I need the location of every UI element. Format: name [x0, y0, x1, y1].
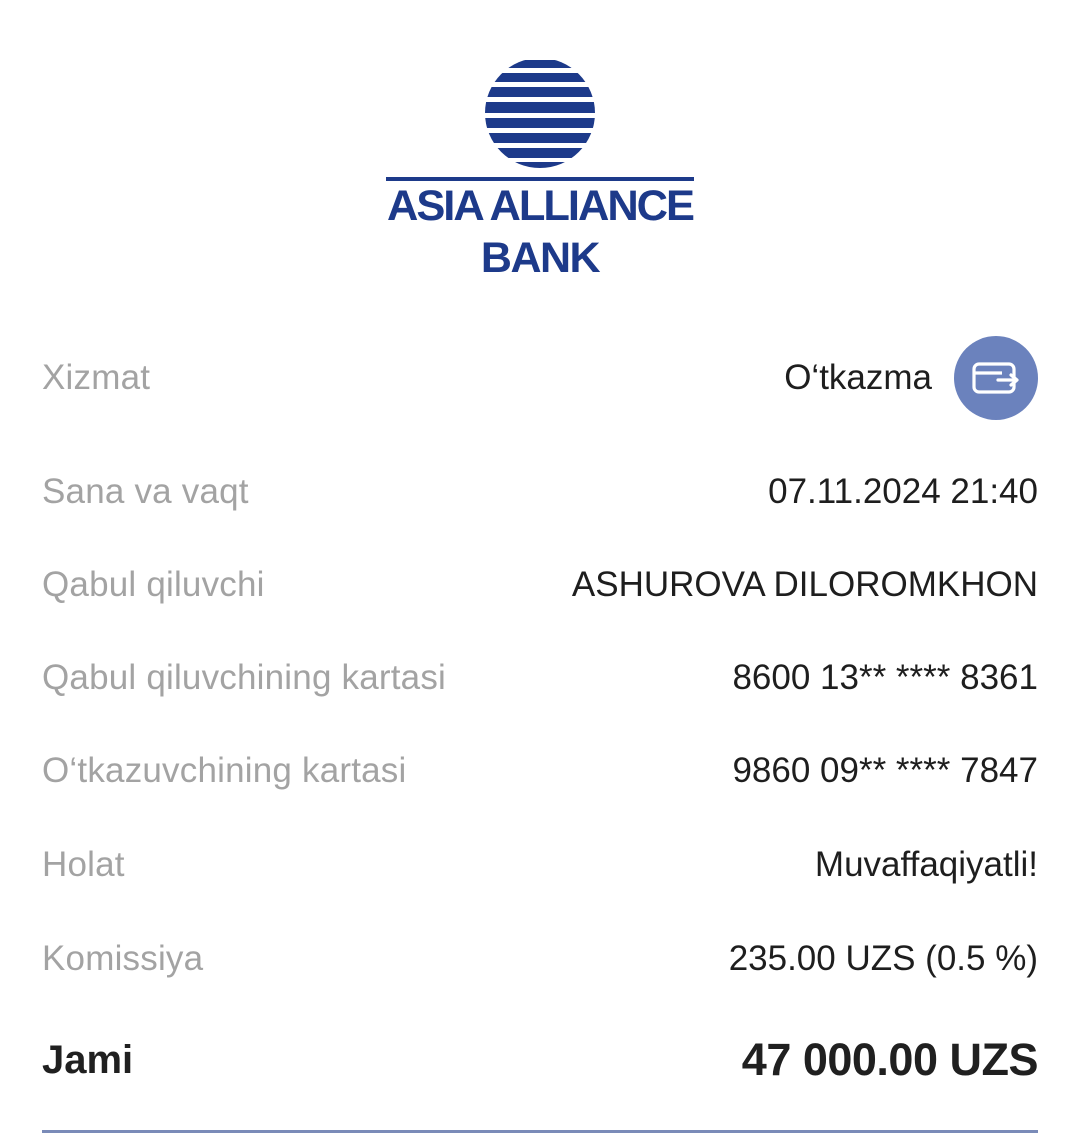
bank-logo: ASIA ALLIANCE BANK: [0, 58, 1080, 290]
recipient-card-value: 8600 13** **** 8361: [732, 658, 1038, 697]
row-total: Jami 47 000.00 UZS: [42, 1032, 1039, 1088]
sender-card-label: O‘tkazuvchining kartasi: [42, 751, 407, 790]
bank-logo-graphic: ASIA ALLIANCE BANK: [386, 60, 695, 278]
total-label: Jami: [42, 1037, 134, 1082]
commission-label: Komissiya: [42, 939, 204, 978]
card-transfer-icon-glyph: [972, 362, 1019, 394]
row-sender-card: O‘tkazuvchining kartasi 9860 09** **** 7…: [42, 749, 1038, 793]
divider: [42, 1130, 1038, 1133]
card-transfer-icon[interactable]: [954, 336, 1038, 420]
bank-name-line2: BANK: [481, 234, 601, 278]
commission-value: 235.00 UZS (0.5 %): [728, 939, 1038, 978]
total-value: 47 000.00 UZS: [741, 1034, 1039, 1085]
datetime-label: Sana va vaqt: [42, 472, 249, 511]
sender-card-value: 9860 09** **** 7847: [732, 751, 1038, 790]
service-value-group: O‘tkazma: [784, 336, 1038, 420]
recipient-value: ASHUROVA DILOROMKHON: [571, 565, 1038, 604]
row-service: Xizmat O‘tkazma: [42, 336, 1038, 420]
datetime-value: 07.11.2024 21:40: [768, 472, 1038, 511]
service-label: Xizmat: [42, 358, 151, 397]
row-recipient-card: Qabul qiluvchining kartasi 8600 13** ***…: [42, 656, 1038, 700]
row-datetime: Sana va vaqt 07.11.2024 21:40: [42, 470, 1038, 514]
status-value: Muvaffaqiyatli!: [814, 845, 1038, 884]
recipient-label: Qabul qiluvchi: [42, 565, 265, 604]
row-commission: Komissiya 235.00 UZS (0.5 %): [42, 937, 1038, 981]
status-label: Holat: [42, 845, 125, 884]
row-status: Holat Muvaffaqiyatli!: [42, 843, 1038, 887]
bank-name-line1: ASIA ALLIANCE: [387, 182, 693, 230]
recipient-card-label: Qabul qiluvchining kartasi: [42, 658, 447, 697]
row-recipient: Qabul qiluvchi ASHUROVA DILOROMKHON: [42, 563, 1038, 607]
service-value: O‘tkazma: [784, 358, 932, 397]
